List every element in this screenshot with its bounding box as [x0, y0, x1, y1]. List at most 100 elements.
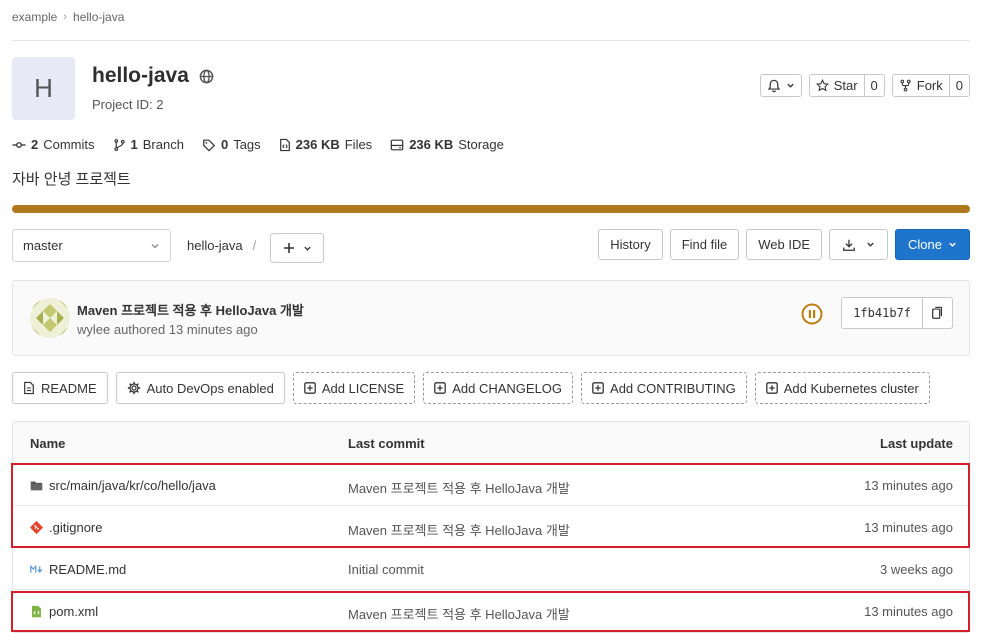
stat-commits[interactable]: 2 Commits — [12, 137, 95, 152]
auto-devops-button[interactable]: Auto DevOps enabled — [115, 372, 285, 404]
fork-label: Fork — [916, 78, 943, 93]
commit-sha[interactable]: 1fb41b7f — [842, 298, 922, 328]
file-name-link[interactable]: README.md — [49, 562, 126, 577]
user-avatar[interactable] — [30, 298, 70, 338]
path-separator: / — [252, 238, 257, 253]
add-license-button[interactable]: Add LICENSE — [292, 372, 416, 404]
table-row[interactable]: src/main/java/kr/co/hello/java Maven 프로젝… — [13, 464, 969, 506]
toolbar-actions: History Find file Web IDE Clone — [598, 229, 970, 260]
readme-button[interactable]: README — [12, 372, 108, 404]
path-root-link[interactable]: hello-java — [187, 238, 243, 253]
project-stats: 2 Commits 1 Branch 0 Tags 236 KB Files 2… — [12, 137, 504, 152]
tags-label: Tags — [233, 137, 261, 152]
table-row[interactable]: pom.xml Maven 프로젝트 적용 후 HelloJava 개발 13 … — [13, 590, 969, 632]
web-ide-button[interactable]: Web IDE — [746, 229, 823, 260]
star-icon — [815, 79, 829, 92]
branch-name: master — [23, 238, 63, 253]
repo-path-breadcrumb: hello-java / — [187, 238, 256, 253]
clone-label: Clone — [908, 237, 942, 252]
project-description: 자바 안녕 프로젝트 — [12, 171, 131, 188]
plus-icon — [283, 243, 294, 253]
stat-storage[interactable]: 236 KB Storage — [390, 137, 504, 152]
bell-icon — [767, 79, 780, 92]
plus-square-icon — [303, 382, 316, 394]
xml-file-icon — [32, 605, 41, 618]
fork-count[interactable]: 0 — [948, 75, 969, 96]
breadcrumb: example › hello-java — [12, 10, 124, 24]
stat-branches[interactable]: 1 Branch — [113, 137, 184, 152]
file-tree-table: Name Last commit Last update src/main/ja… — [12, 421, 970, 633]
branch-dropdown[interactable]: master — [12, 229, 171, 262]
chevron-down-icon — [787, 83, 794, 88]
clone-dropdown[interactable]: Clone — [895, 229, 970, 260]
table-row[interactable]: .gitignore Maven 프로젝트 적용 후 HelloJava 개발 … — [13, 506, 969, 548]
star-label: Star — [833, 78, 858, 93]
file-code-icon — [279, 138, 290, 151]
globe-icon — [199, 69, 214, 83]
folder-icon — [30, 481, 43, 491]
add-kubernetes-button[interactable]: Add Kubernetes cluster — [754, 372, 930, 404]
download-dropdown[interactable] — [829, 229, 889, 260]
notification-dropdown[interactable] — [759, 74, 802, 97]
last-commit-panel: Maven 프로젝트 적용 후 HelloJava 개발 wylee autho… — [12, 280, 970, 356]
commits-count: 2 — [31, 137, 39, 152]
stat-tags[interactable]: 0 Tags — [202, 137, 261, 152]
file-name-link[interactable]: .gitignore — [49, 520, 102, 535]
copy-sha-button[interactable] — [922, 298, 952, 328]
commit-icon — [12, 141, 26, 148]
storage-icon — [390, 139, 404, 150]
add-changelog-button[interactable]: Add CHANGELOG — [423, 372, 574, 404]
star-count[interactable]: 0 — [863, 75, 884, 96]
plus-square-icon — [434, 382, 447, 394]
project-avatar: H — [12, 57, 75, 120]
file-name-link[interactable]: src/main/java/kr/co/hello/java — [49, 478, 216, 493]
stat-files[interactable]: 236 KB Files — [279, 137, 373, 152]
chevron-down-icon — [303, 246, 311, 251]
repo-toolbar: master hello-java / History Find file We… — [12, 229, 970, 263]
star-button[interactable]: Star — [810, 75, 864, 96]
find-file-button[interactable]: Find file — [669, 229, 740, 260]
last-update: 13 minutes ago — [864, 604, 953, 619]
breadcrumb-group-link[interactable]: example — [12, 10, 57, 24]
fork-icon — [900, 79, 911, 92]
commit-message-link[interactable]: Maven 프로젝트 적용 후 HelloJava 개발 — [348, 478, 570, 497]
project-buttons: README Auto DevOps enabled Add LICENSE A… — [12, 372, 930, 404]
last-update: 13 minutes ago — [864, 520, 953, 535]
star-button-group: Star 0 — [808, 74, 885, 97]
breadcrumb-project-link[interactable]: hello-java — [73, 10, 124, 24]
project-name: hello-java — [92, 64, 189, 87]
last-update: 3 weeks ago — [880, 562, 953, 577]
chevron-down-icon — [949, 242, 956, 247]
commits-label: Commits — [43, 137, 95, 152]
header-actions: Star 0 Fork 0 — [759, 74, 970, 97]
commit-sha-group: 1fb41b7f — [841, 297, 953, 329]
git-icon — [30, 521, 43, 534]
storage-label: Storage — [458, 137, 504, 152]
pipeline-paused-icon[interactable] — [801, 303, 823, 325]
branch-label: Branch — [142, 137, 184, 152]
commit-title-link[interactable]: Maven 프로젝트 적용 후 HelloJava 개발 — [77, 300, 304, 319]
tag-icon — [203, 139, 216, 152]
table-row[interactable]: README.md Initial commit 3 weeks ago — [13, 548, 969, 590]
copy-icon — [932, 306, 943, 319]
add-contributing-button[interactable]: Add CONTRIBUTING — [581, 372, 747, 404]
file-name-link[interactable]: pom.xml — [49, 604, 98, 619]
storage-size: 236 KB — [409, 137, 454, 152]
language-bar — [12, 205, 970, 213]
commit-message-link[interactable]: Maven 프로젝트 적용 후 HelloJava 개발 — [348, 604, 570, 623]
download-icon — [843, 239, 855, 251]
markdown-icon — [30, 564, 43, 573]
fork-button[interactable]: Fork — [893, 75, 949, 96]
plus-square-icon — [592, 382, 604, 394]
commit-message-link[interactable]: Initial commit — [348, 562, 424, 577]
add-to-tree-dropdown[interactable] — [270, 233, 324, 263]
commit-message-link[interactable]: Maven 프로젝트 적용 후 HelloJava 개발 — [348, 520, 570, 539]
chevron-right-icon: › — [63, 11, 68, 23]
divider — [12, 40, 970, 41]
chevron-down-icon — [151, 243, 159, 248]
branch-icon — [113, 138, 125, 151]
files-label: Files — [344, 137, 373, 152]
history-button[interactable]: History — [598, 229, 663, 260]
fork-button-group: Fork 0 — [891, 74, 970, 97]
project-id: Project ID: 2 — [92, 97, 164, 112]
